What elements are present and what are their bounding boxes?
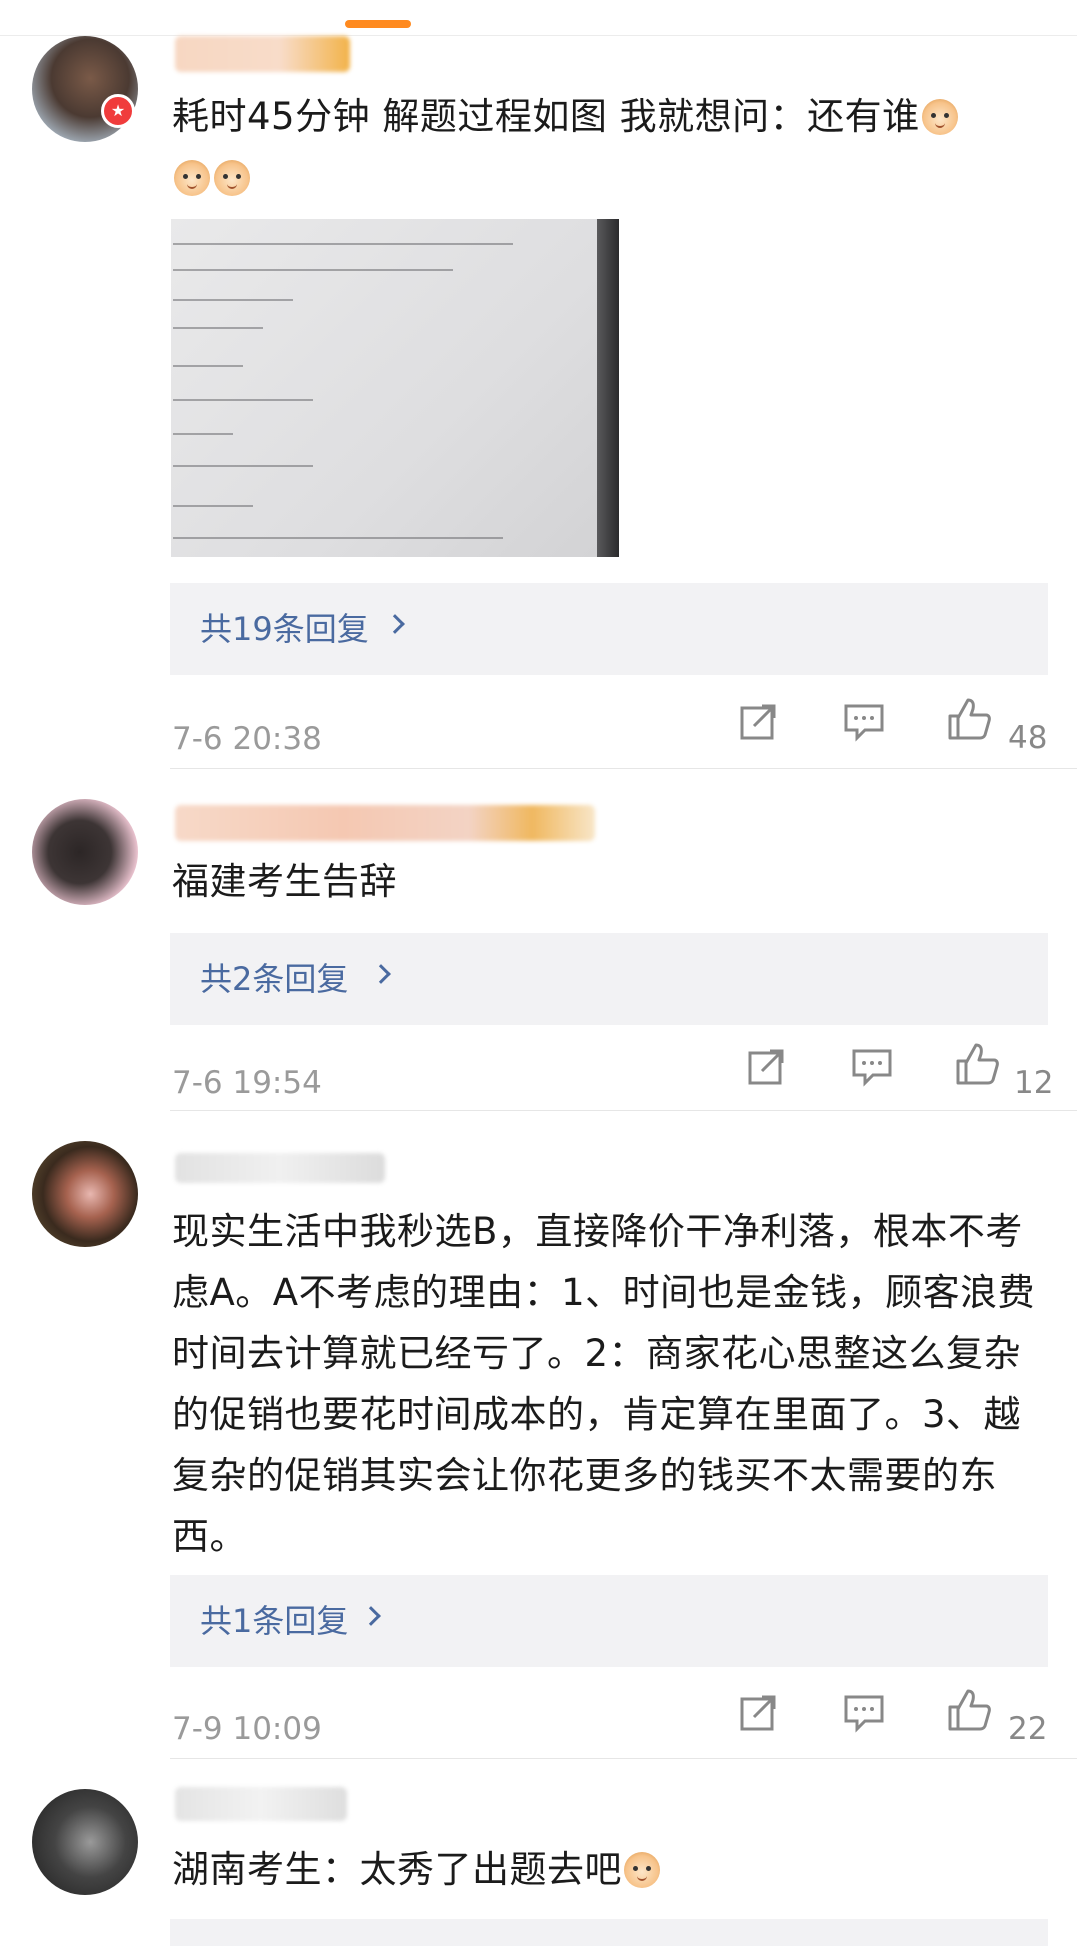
comment-text: 耗时45分钟 解题过程如图 我就想问：还有谁 — [172, 86, 1052, 208]
username-blurred[interactable] — [175, 1787, 347, 1821]
avatar[interactable] — [32, 1141, 138, 1247]
comment-item: 福建考生告辞 共2条回复 7-6 19:54 12 — [0, 769, 1077, 1111]
cat-face-emoji — [174, 160, 210, 196]
cat-face-emoji — [214, 160, 250, 196]
chevron-right-icon — [385, 614, 405, 634]
replies-count: 共2条回复 — [200, 960, 349, 998]
timestamp: 7-6 20:38 — [172, 721, 322, 757]
username-blurred[interactable] — [175, 36, 350, 72]
top-strip — [0, 0, 1077, 36]
like-icon[interactable] — [946, 1687, 992, 1733]
accent-tab-indicator — [345, 20, 411, 28]
attached-photo[interactable] — [171, 219, 619, 557]
share-icon[interactable] — [746, 1045, 788, 1087]
username-blurred[interactable] — [175, 1153, 385, 1183]
comment-item: 现实生活中我秒选B，直接降价干净利落，根本不考虑A。A不考虑的理由：1、时间也是… — [0, 1111, 1077, 1759]
avatar[interactable] — [32, 1789, 138, 1895]
replies-link[interactable]: 共19条回复 — [170, 583, 1048, 675]
comment-item: 湖南考生：太秀了出题去吧 — [0, 1759, 1077, 1946]
timestamp: 7-9 10:09 — [172, 1711, 322, 1747]
replies-link[interactable] — [170, 1919, 1048, 1946]
share-icon[interactable] — [738, 1691, 780, 1733]
like-icon[interactable] — [954, 1041, 1000, 1087]
like-count: 12 — [1014, 1065, 1054, 1101]
comment-text: 湖南考生：太秀了出题去吧 — [172, 1839, 1052, 1900]
verified-badge-icon: ★ — [101, 94, 135, 128]
timestamp: 7-6 19:54 — [172, 1065, 322, 1101]
comment-text: 福建考生告辞 — [172, 860, 397, 903]
replies-count: 共19条回复 — [200, 610, 369, 648]
chevron-right-icon — [371, 964, 391, 984]
comment-item: ★ 耗时45分钟 解题过程如图 我就想问：还有谁 共19条回复 7-6 20:3… — [0, 36, 1077, 769]
replies-count: 共1条回复 — [200, 1602, 349, 1640]
comment-icon[interactable] — [843, 702, 885, 742]
doge-emoji — [624, 1852, 660, 1888]
replies-link[interactable]: 共2条回复 — [170, 933, 1048, 1025]
chevron-right-icon — [361, 1606, 381, 1626]
comment-text: 现实生活中我秒选B，直接降价干净利落，根本不考虑A。A不考虑的理由：1、时间也是… — [172, 1210, 1036, 1558]
cat-face-emoji — [921, 99, 958, 135]
share-icon[interactable] — [738, 700, 780, 742]
like-count: 22 — [1008, 1711, 1048, 1747]
username-blurred[interactable] — [175, 805, 595, 841]
like-count: 48 — [1008, 720, 1048, 756]
avatar[interactable] — [32, 799, 138, 905]
replies-link[interactable]: 共1条回复 — [170, 1575, 1048, 1667]
comment-icon[interactable] — [843, 1693, 885, 1733]
comment-icon[interactable] — [851, 1047, 893, 1087]
like-icon[interactable] — [946, 696, 992, 742]
